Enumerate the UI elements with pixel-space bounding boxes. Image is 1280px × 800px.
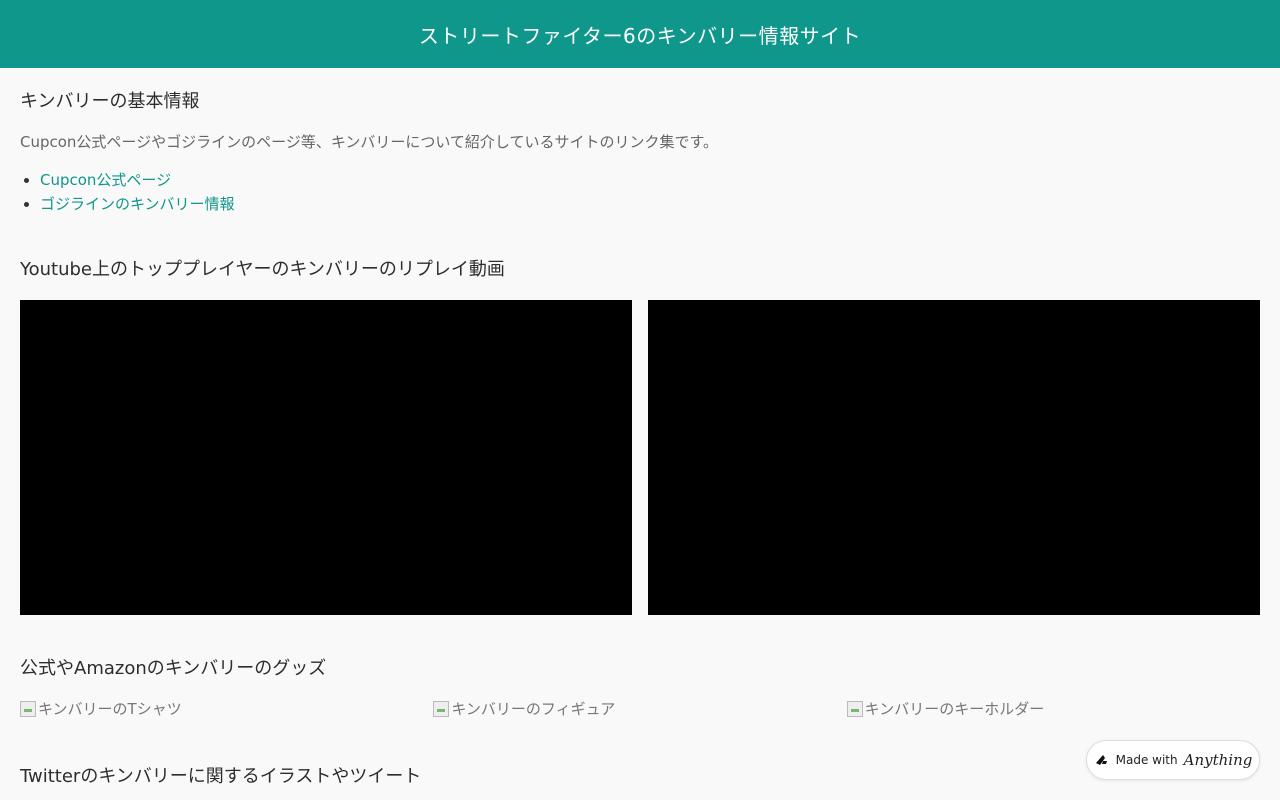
twitter-section: Twitterのキンバリーに関するイラストやツイート [20, 765, 1260, 789]
main-content: キンバリーの基本情報 Cupcon公式ページやゴジラインのページ等、キンバリーに… [0, 68, 1280, 789]
goods-item-figure[interactable]: キンバリーのフィギュア [433, 699, 846, 719]
site-header: ストリートファイター6のキンバリー情報サイト [0, 0, 1280, 68]
broken-image-icon [20, 701, 36, 717]
made-with-badge[interactable]: Made with Anything [1086, 740, 1260, 780]
goods-item-keychain[interactable]: キンバリーのキーホルダー [846, 699, 1260, 719]
videos-section: Youtube上のトッププレイヤーのキンバリーのリプレイ動画 [20, 258, 1260, 615]
goods-item-alt: キンバリーのフィギュア [451, 700, 616, 718]
twitter-title: Twitterのキンバリーに関するイラストやツイート [20, 766, 422, 787]
goods-section: 公式やAmazonのキンバリーのグッズ キンバリーのTシャツ キンバリーのフィギ… [20, 657, 1260, 719]
list-item: Cupcon公式ページ [40, 168, 1260, 192]
video-player-1[interactable] [20, 300, 632, 615]
made-with-brand: Anything [1183, 751, 1253, 769]
site-title: ストリートファイター6のキンバリー情報サイト [418, 23, 862, 48]
made-with-label: Made with [1115, 753, 1178, 767]
goods-title: 公式やAmazonのキンバリーのグッズ [20, 658, 327, 679]
goods-item-alt: キンバリーのキーホルダー [864, 700, 1045, 718]
broken-image-icon [846, 701, 863, 717]
goods-item-alt: キンバリーのTシャツ [38, 700, 182, 718]
video-player-2[interactable] [648, 300, 1260, 615]
cupcon-link[interactable]: Cupcon公式ページ [40, 171, 171, 189]
gojiline-link[interactable]: ゴジラインのキンバリー情報 [40, 195, 235, 213]
basic-info-description: Cupcon公式ページやゴジラインのページ等、キンバリーについて紹介しているサイ… [20, 133, 718, 151]
anything-logo-icon [1095, 755, 1107, 765]
broken-image-icon [433, 701, 450, 717]
goods-grid: キンバリーのTシャツ キンバリーのフィギュア キンバリーのキーホルダー [20, 699, 1260, 719]
basic-info-title: キンバリーの基本情報 [20, 91, 200, 112]
video-grid [20, 300, 1260, 615]
videos-title: Youtube上のトッププレイヤーのキンバリーのリプレイ動画 [20, 259, 505, 280]
goods-item-tshirt[interactable]: キンバリーのTシャツ [20, 699, 433, 719]
basic-info-section: キンバリーの基本情報 Cupcon公式ページやゴジラインのページ等、キンバリーに… [20, 68, 1260, 216]
list-item: ゴジラインのキンバリー情報 [40, 192, 1260, 216]
link-list: Cupcon公式ページ ゴジラインのキンバリー情報 [20, 168, 1260, 216]
